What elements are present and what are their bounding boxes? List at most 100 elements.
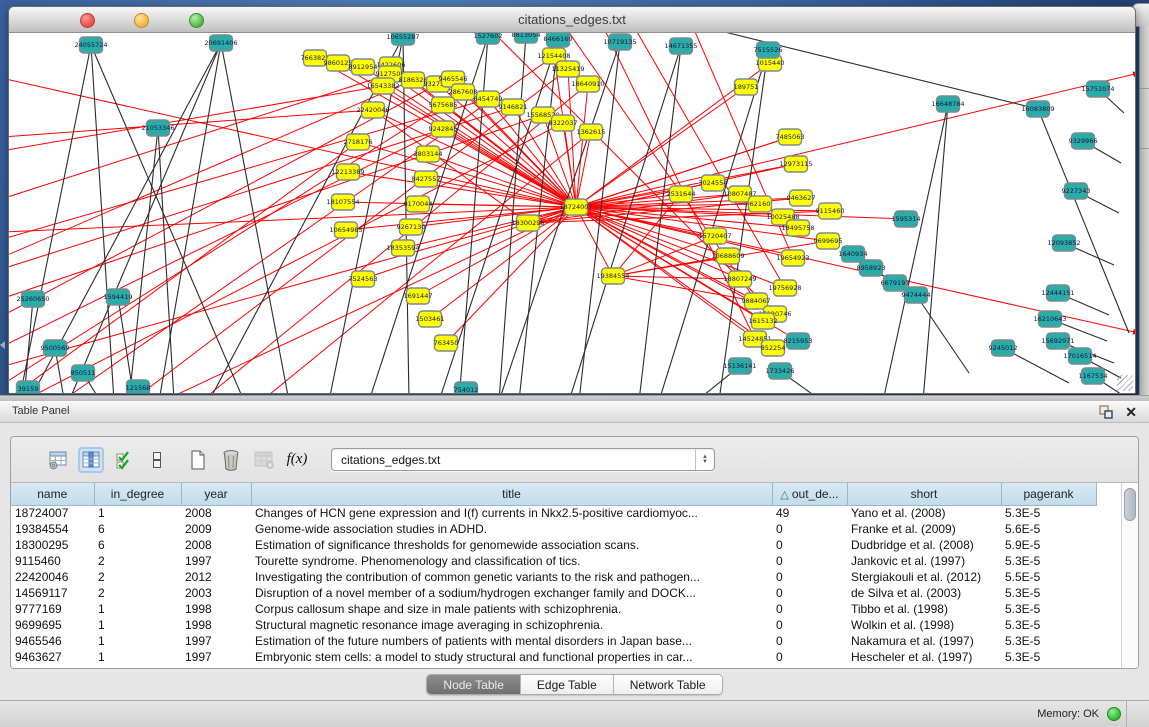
- graph-node[interactable]: 16648784: [931, 96, 964, 112]
- graph-node[interactable]: 7485063: [776, 129, 805, 145]
- table-cell[interactable]: Estimation of significance thresholds fo…: [251, 537, 772, 553]
- graph-node[interactable]: 8427552: [412, 171, 441, 187]
- column-header-title[interactable]: title: [251, 483, 772, 505]
- graph-edge[interactable]: [576, 84, 588, 207]
- table-row[interactable]: 977716911998Corpus callosum shape and si…: [11, 601, 1096, 617]
- column-header-in_degree[interactable]: in_degree: [94, 483, 181, 505]
- network-canvas[interactable]: 1872400718300295766382298601258912954142…: [9, 33, 1135, 393]
- graph-node[interactable]: 7524563: [349, 271, 378, 287]
- table-cell[interactable]: Yano et al. (2008): [847, 505, 1001, 521]
- graph-edge[interactable]: [91, 45, 244, 393]
- table-cell[interactable]: 0: [772, 569, 847, 585]
- graph-node[interactable]: 9170044: [404, 196, 433, 212]
- graph-edge[interactable]: [576, 207, 793, 258]
- table-cell[interactable]: 2012: [181, 569, 251, 585]
- graph-node[interactable]: 1733426: [766, 363, 795, 379]
- graph-node[interactable]: 15751074: [1081, 81, 1114, 97]
- graph-node[interactable]: 9115460: [816, 203, 845, 219]
- table-row[interactable]: 911546021997Tourette syndrome. Phenomeno…: [11, 553, 1096, 569]
- table-cell[interactable]: Tourette syndrome. Phenomenology and cla…: [251, 553, 772, 569]
- table-cell[interactable]: 5.3E-5: [1001, 617, 1096, 633]
- graph-node[interactable]: 24055724: [74, 37, 107, 53]
- node-table[interactable]: namein_degreeyeartitle△out_de...shortpag…: [11, 483, 1097, 665]
- table-cell[interactable]: Franke et al. (2009): [847, 521, 1001, 537]
- graph-edge[interactable]: [19, 123, 563, 393]
- table-cell[interactable]: 1: [94, 649, 181, 665]
- graph-edge[interactable]: [24, 299, 33, 393]
- window-resize-grip[interactable]: [1117, 375, 1133, 391]
- float-panel-icon[interactable]: [1099, 405, 1113, 419]
- table-cell[interactable]: 1997: [181, 649, 251, 665]
- table-cell[interactable]: Tibbo et al. (1998): [847, 601, 1001, 617]
- table-cell[interactable]: 1: [94, 505, 181, 521]
- select-all-button[interactable]: [111, 447, 137, 473]
- graph-node[interactable]: 20691406: [204, 35, 237, 51]
- graph-node[interactable]: 18353594: [386, 240, 419, 256]
- graph-node[interactable]: 763450: [434, 335, 459, 351]
- table-row[interactable]: 1872400712008Changes of HCN gene express…: [11, 505, 1096, 521]
- table-row[interactable]: 969969511998Structural magnetic resonanc…: [11, 617, 1096, 633]
- graph-node[interactable]: 8322037: [549, 115, 578, 131]
- select-column-button[interactable]: [78, 447, 104, 473]
- close-panel-icon[interactable]: ✕: [1125, 403, 1137, 421]
- graph-node[interactable]: 39159: [17, 381, 40, 393]
- graph-node[interactable]: 9329966: [1069, 133, 1098, 149]
- table-cell[interactable]: 9465546: [11, 633, 94, 649]
- table-cell[interactable]: 5.3E-5: [1001, 601, 1096, 617]
- graph-node[interactable]: 9242845: [429, 121, 458, 137]
- column-header-out_de[interactable]: △out_de...: [772, 483, 847, 505]
- graph-edge[interactable]: [923, 104, 948, 393]
- graph-node[interactable]: 3024554: [699, 175, 728, 191]
- table-cell[interactable]: Nakamura et al. (1997): [847, 633, 1001, 649]
- memory-status-indicator[interactable]: [1107, 707, 1121, 721]
- table-cell[interactable]: 0: [772, 537, 847, 553]
- graph-node[interactable]: 15720407: [698, 228, 731, 244]
- graph-node[interactable]: 18300295: [511, 215, 544, 231]
- network-graph[interactable]: 1872400718300295766382298601258912954142…: [9, 33, 1135, 393]
- graph-node[interactable]: 8215953: [784, 333, 813, 349]
- row-cells-button[interactable]: [144, 447, 170, 473]
- graph-node[interactable]: 9146821: [499, 99, 528, 115]
- table-row[interactable]: 946362711997Embryonic stem cells: a mode…: [11, 649, 1096, 665]
- graph-edge[interactable]: [199, 84, 588, 393]
- graph-node[interactable]: 754012: [454, 382, 479, 393]
- graph-node[interactable]: 1615132: [749, 313, 778, 329]
- table-cell[interactable]: Jankovic et al. (1997): [847, 553, 1001, 569]
- graph-node[interactable]: 1503461: [416, 311, 445, 327]
- table-row[interactable]: 2242004622012Investigating the contribut…: [11, 569, 1096, 585]
- table-cell[interactable]: 18300295: [11, 537, 94, 553]
- table-cell[interactable]: Dudbridge et al. (2008): [847, 537, 1001, 553]
- tab-network-table[interactable]: Network Table: [614, 675, 722, 694]
- table-cell[interactable]: Structural magnetic resonance image aver…: [251, 617, 772, 633]
- graph-edge[interactable]: [916, 295, 969, 373]
- table-vertical-scrollbar[interactable]: [1121, 483, 1138, 669]
- table-cell[interactable]: 2: [94, 585, 181, 601]
- graph-node[interactable]: 1595314: [892, 211, 921, 227]
- graph-node[interactable]: 25260650: [16, 291, 49, 307]
- table-cell[interactable]: 1998: [181, 601, 251, 617]
- table-cell[interactable]: 0: [772, 553, 847, 569]
- graph-node[interactable]: 2803144: [414, 146, 443, 162]
- graph-node[interactable]: 7515526: [754, 42, 783, 58]
- table-selector-dropdown[interactable]: citations_edges.txt ▲▼: [331, 448, 715, 471]
- graph-node[interactable]: 11325419: [551, 61, 584, 77]
- table-cell[interactable]: 2: [94, 569, 181, 585]
- graph-edge[interactable]: [883, 104, 948, 393]
- table-cell[interactable]: 9463627: [11, 649, 94, 665]
- table-cell[interactable]: 0: [772, 585, 847, 601]
- graph-edge[interactable]: [403, 37, 409, 393]
- graph-node[interactable]: 5675685: [429, 97, 458, 113]
- table-cell[interactable]: 1: [94, 633, 181, 649]
- graph-node[interactable]: 18107554: [326, 194, 359, 210]
- graph-edge[interactable]: [411, 207, 576, 227]
- table-cell[interactable]: 22420046: [11, 569, 94, 585]
- table-cell[interactable]: Embryonic stem cells: a model to study s…: [251, 649, 772, 665]
- graph-node[interactable]: 19756928: [768, 280, 801, 296]
- graph-edge[interactable]: [688, 33, 1038, 109]
- graph-node[interactable]: 16083809: [1021, 101, 1054, 117]
- graph-node[interactable]: 12973115: [779, 156, 812, 172]
- table-cell[interactable]: de Silva et al. (2003): [847, 585, 1001, 601]
- graph-node[interactable]: 10719135: [603, 34, 636, 50]
- table-cell[interactable]: 19384554: [11, 521, 94, 537]
- table-cell[interactable]: 9777169: [11, 601, 94, 617]
